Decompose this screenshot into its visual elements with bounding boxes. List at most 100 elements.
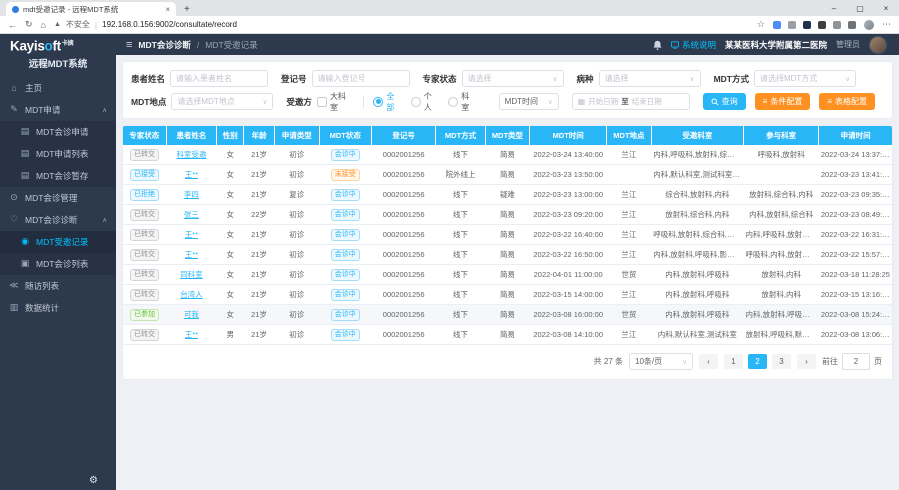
next-page-button[interactable]: › (797, 354, 816, 369)
sidebar-item-mdt-consult-apply[interactable]: ▤MDT会诊申请 (0, 121, 116, 143)
favorites-star-icon[interactable]: ☆ (757, 19, 765, 30)
home-icon: ⌂ (9, 83, 19, 93)
system-help-link[interactable]: 系统说明 (671, 39, 716, 51)
records-panel: 专家状态患者姓名性别年龄申请类型MDT状态登记号MDT方式MDT类型MDT时间M… (122, 125, 893, 380)
sidebar-item-mdt-apply[interactable]: ✎MDT申请∧ (0, 99, 116, 121)
patient-name-link[interactable]: 王** (185, 330, 198, 339)
condition-config-button[interactable]: ≡ 条件配置 (755, 93, 811, 110)
patient-name-link[interactable]: 李四 (184, 190, 199, 199)
sidebar-item-mdt-consult-draft[interactable]: ▤MDT会诊暂存 (0, 165, 116, 187)
page-button-1[interactable]: 1 (724, 354, 743, 369)
extension-icon[interactable] (788, 21, 796, 29)
sidebar-item-mdt-manage[interactable]: ⊙MDT会诊管理 (0, 187, 116, 209)
browser-home-icon[interactable]: ⌂ (41, 20, 46, 30)
expert-status-select[interactable]: 请选择∨ (462, 70, 564, 87)
hospital-name: 某某医科大学附属第二医院 (725, 39, 827, 51)
close-button[interactable]: × (873, 0, 899, 16)
filter-patient-name: 患者姓名 (131, 70, 268, 87)
browser-profile-avatar[interactable] (864, 20, 874, 30)
patient-name-link[interactable]: 王** (185, 170, 198, 179)
table-row[interactable]: 已参加可我女21岁初诊会诊中0002001256线下简易2022-03-08 1… (123, 305, 892, 325)
chevron-down-icon: ∨ (845, 75, 850, 83)
list-icon: ▤ (20, 126, 30, 137)
date-range-picker[interactable]: ▦ 开始日期 至 结束日期 (572, 93, 690, 110)
time-field-select[interactable]: MDT时间∨ (499, 93, 559, 110)
reg-no-input[interactable] (312, 70, 410, 87)
mdt-mode-select[interactable]: 请选择MDT方式∨ (754, 70, 856, 87)
patient-name-link[interactable]: 科室受邀 (176, 150, 206, 159)
chevron-down-icon: ∨ (553, 75, 558, 83)
new-tab-button[interactable]: + (184, 4, 190, 15)
patient-name-link[interactable]: 可我 (184, 310, 199, 319)
goto-page-input[interactable] (842, 353, 870, 370)
extension-icon[interactable] (833, 21, 841, 29)
table-row[interactable]: 已转交王**男21岁初诊会诊中0002001256线下简易2022-03-08 … (123, 325, 892, 345)
reload-icon[interactable]: ↻ (25, 19, 33, 30)
invitee-radio-personal[interactable]: 个人 (411, 91, 439, 113)
browser-tab[interactable]: mdt受邀记录 - 远程MDT系统 × (6, 2, 176, 16)
prev-page-button[interactable]: ‹ (699, 354, 718, 369)
url-box[interactable]: ▲ 不安全 | 192.168.0.156:9002/consultate/re… (54, 19, 237, 30)
sidebar-item-mdt-apply-list[interactable]: ▤MDT申请列表 (0, 143, 116, 165)
invitee-radio-dept[interactable]: 科室 (448, 91, 476, 113)
sidebar-item-mdt-diagnose[interactable]: ♡MDT会诊诊断∧ (0, 209, 116, 231)
sidebar-item-follow-list[interactable]: ≪随访列表 (0, 275, 116, 297)
breadcrumb-parent[interactable]: MDT会诊诊断 (138, 39, 190, 51)
bell-icon[interactable] (653, 40, 662, 50)
patient-name-link[interactable]: 同科室 (180, 270, 203, 279)
search-button[interactable]: 查询 (703, 93, 746, 110)
invitee-radio-all[interactable]: 全部 (373, 91, 401, 113)
invitee-radio-group: 全部个人科室 (373, 91, 485, 113)
more-menu-icon[interactable]: ⋯ (882, 19, 891, 30)
expert-status-tag: 已转交 (130, 149, 159, 161)
column-header: 参与科室 (743, 126, 818, 145)
patient-name-link[interactable]: 台湾人 (180, 290, 203, 299)
settings-gear-icon[interactable]: ⚙ (89, 475, 98, 486)
extension-icon[interactable] (803, 21, 811, 29)
extension-icon[interactable] (848, 21, 856, 29)
sidebar-item-mdt-invite-record[interactable]: ◉MDT受邀记录 (0, 231, 116, 253)
patient-name-input[interactable] (170, 70, 268, 87)
table-row[interactable]: 已转交王**女21岁初诊会诊中0002001256线下简易2022-03-22 … (123, 245, 892, 265)
dept-group-checkbox[interactable]: 大科室 (317, 91, 353, 113)
page-button-2[interactable]: 2 (748, 354, 767, 369)
sidebar-item-home[interactable]: ⌂主页 (0, 77, 116, 99)
user-avatar[interactable] (869, 36, 887, 54)
shield-icon: ▣ (20, 258, 30, 269)
table-config-button[interactable]: ≡ 表格配置 (819, 93, 875, 110)
page-size-select[interactable]: 10条/页∨ (629, 353, 693, 370)
extension-icon[interactable] (773, 21, 781, 29)
extension-icon[interactable] (818, 21, 826, 29)
tab-close-icon[interactable]: × (165, 5, 170, 14)
table-header-row: 专家状态患者姓名性别年龄申请类型MDT状态登记号MDT方式MDT类型MDT时间M… (123, 126, 892, 145)
table-row[interactable]: 已转交科室受邀女21岁初诊会诊中0002001256线下简易2022-03-24… (123, 145, 892, 165)
table-row[interactable]: 已转交同科室女21岁初诊会诊中0002001256线下简易2022-04-01 … (123, 265, 892, 285)
column-header: MDT类型 (485, 126, 530, 145)
sidebar-item-data-stats[interactable]: ▥数据统计 (0, 297, 116, 319)
disease-select[interactable]: 请选择∨ (599, 70, 701, 87)
table-row[interactable]: 已拒绝李四女21岁复诊会诊中0002001256线下疑难2022-03-23 1… (123, 185, 892, 205)
patient-name-link[interactable]: 王** (185, 230, 198, 239)
sidebar-toggle-icon[interactable]: ≡ (126, 39, 132, 51)
minimize-button[interactable]: – (821, 0, 847, 16)
total-count: 共 27 条 (594, 356, 623, 367)
chevron-up-icon: ∧ (102, 216, 107, 224)
table-row[interactable]: 已转交台湾人女21岁初诊会诊中0002001256线下简易2022-03-15 … (123, 285, 892, 305)
patient-name-link[interactable]: 张三 (184, 210, 199, 219)
content: 患者姓名 登记号 专家状态 请选择∨ 病种 (116, 55, 899, 490)
mdt-status-tag: 未接受 (331, 169, 360, 181)
tab-favicon-icon (12, 6, 19, 13)
table-row[interactable]: 已转交张三女22岁初诊会诊中0002001256线下简易2022-03-23 0… (123, 205, 892, 225)
table-row[interactable]: 已接受王**女21岁初诊未接受0002001256院外线上简易2022-03-2… (123, 165, 892, 185)
goto-page: 前往 页 (822, 353, 882, 370)
page-button-3[interactable]: 3 (772, 354, 791, 369)
browser-address-bar: ← ↻ ⌂ ▲ 不安全 | 192.168.0.156:9002/consult… (0, 16, 899, 34)
back-icon[interactable]: ← (8, 20, 17, 30)
chevron-down-icon: ∨ (548, 98, 553, 106)
table-row[interactable]: 已转交王**女21岁初诊会诊中0002001256线下简易2022-03-22 … (123, 225, 892, 245)
sidebar-item-mdt-consult-list[interactable]: ▣MDT会诊列表 (0, 253, 116, 275)
column-header: MDT地点 (607, 126, 652, 145)
mdt-place-select[interactable]: 请选择MDT地点∨ (171, 93, 273, 110)
maximize-button[interactable]: ▢ (847, 0, 873, 16)
patient-name-link[interactable]: 王** (185, 250, 198, 259)
